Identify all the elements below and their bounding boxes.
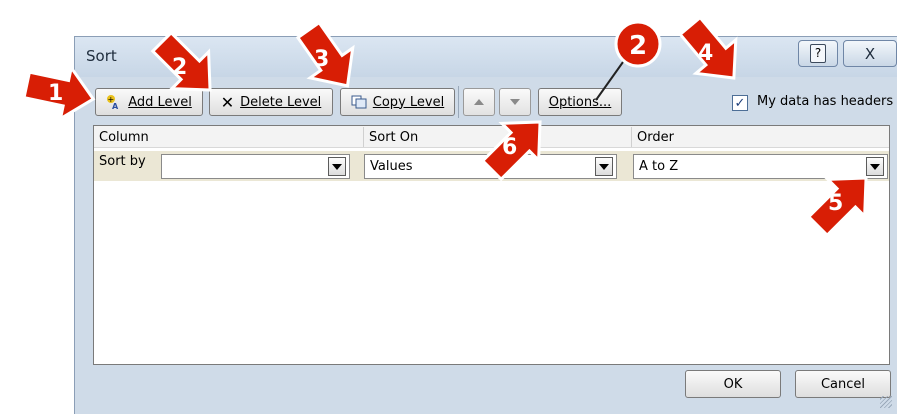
callout-number-3: 3 (314, 47, 329, 72)
callout-arrow-3: 3 (285, 13, 371, 103)
callout-arrow-4: 4 (668, 7, 756, 97)
callout-number-1: 1 (48, 81, 63, 106)
callout-number-2: 2 (172, 55, 187, 80)
callout-pin-number: 2 (629, 31, 647, 61)
callout-number-5: 5 (828, 191, 843, 216)
callout-arrow-5: 5 (798, 158, 886, 246)
callout-arrow-6: 6 (472, 102, 560, 190)
callout-number-6: 6 (502, 135, 517, 160)
callout-arrow-2: 2 (142, 22, 230, 110)
annotation-layer: 1 2 3 4 5 6 2 (19, 7, 886, 246)
callout-pin-2: 2 (595, 20, 662, 101)
callout-arrow-1: 1 (19, 57, 101, 127)
callout-number-4: 4 (698, 41, 713, 66)
